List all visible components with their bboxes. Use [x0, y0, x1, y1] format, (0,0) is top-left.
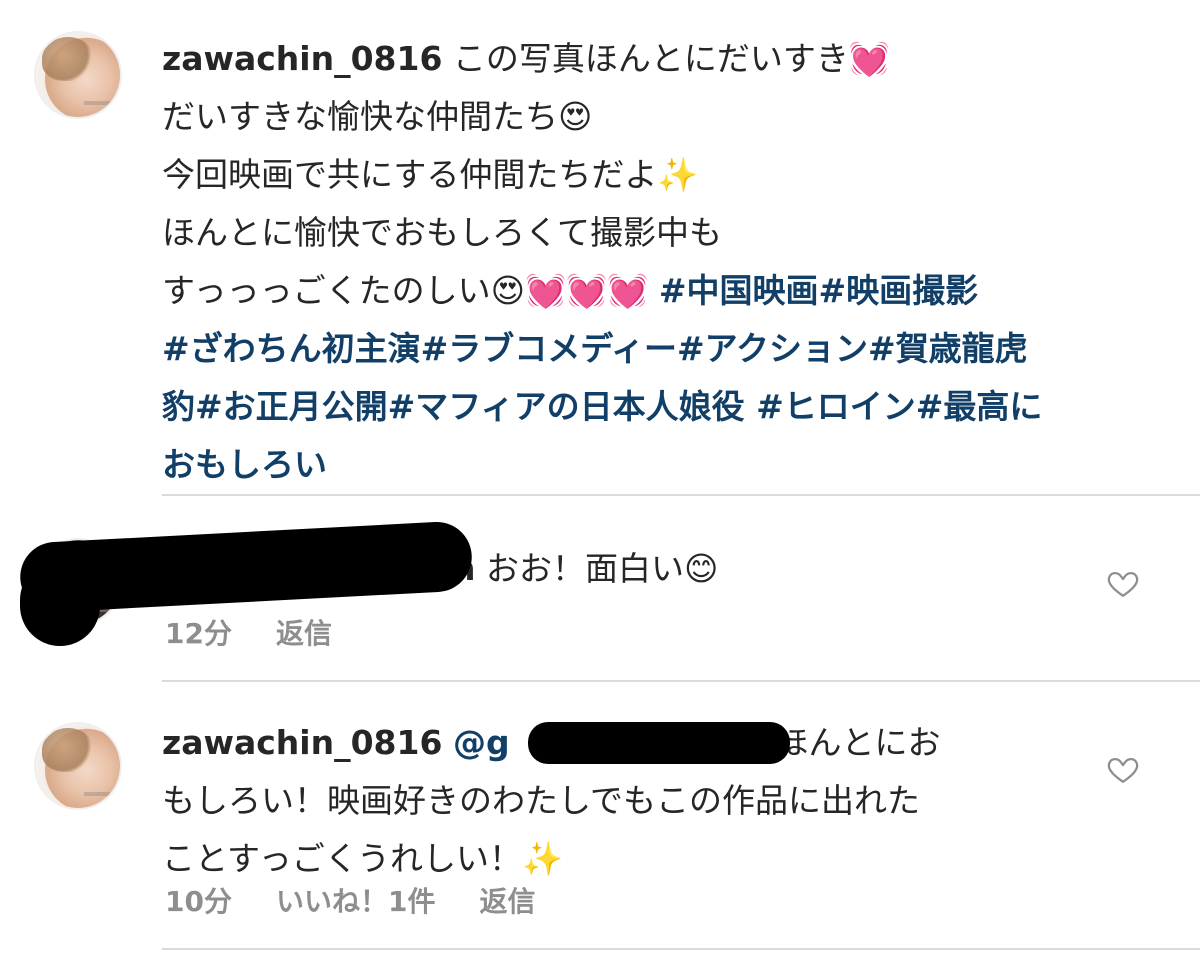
username[interactable]: zawachin_0816 — [162, 39, 442, 78]
caption: zawachin_0816 この写真ほんとにだいすき💓 だいすきな愉快な仲間たち… — [162, 30, 1172, 494]
hashtag-line[interactable]: #ざわちん初主演#ラブコメディー#アクション#賀歳龍虎 — [162, 320, 1172, 378]
reply-button[interactable]: 返信 — [276, 617, 332, 650]
redaction-mark — [20, 560, 100, 646]
caption-line-4: ほんとに愉快でおもしろくて撮影中も — [162, 213, 723, 252]
hashtag-line[interactable]: 豹#お正月公開#マフィアの日本人娘役 #ヒロイン#最高に — [162, 378, 1172, 436]
heart-outline-icon[interactable] — [1106, 752, 1140, 786]
avatar[interactable] — [34, 722, 122, 810]
comment-meta: 12分 返信 — [165, 612, 376, 652]
comment-line-2: もしろい！映画好きのわたしでもこの作品に出れた — [162, 781, 921, 820]
divider — [162, 948, 1200, 950]
comment-meta: 10分 いいね！1件 返信 — [165, 880, 579, 920]
caption-line-3: 今回映画で共にする仲間たちだよ✨ — [162, 155, 699, 194]
hashtag-line[interactable]: おもしろい — [162, 436, 1172, 494]
reply-button[interactable]: 返信 — [479, 885, 535, 918]
likes-count[interactable]: いいね！1件 — [276, 885, 435, 918]
caption-line-2: だいすきな愉快な仲間たち😍 — [162, 97, 593, 136]
comment-time: 12分 — [165, 617, 232, 650]
heart-outline-icon[interactable] — [1106, 566, 1140, 600]
divider — [162, 494, 1200, 496]
comment-time: 10分 — [165, 885, 232, 918]
caption-line-1: zawachin_0816 この写真ほんとにだいすき💓 — [162, 39, 891, 78]
avatar[interactable] — [34, 31, 122, 119]
comment-username[interactable]: zawachin_0816 — [162, 723, 442, 762]
hashtag[interactable]: #中国映画#映画撮影 — [659, 271, 978, 310]
caption-line-5: すっっっごくたのしい😍💓💓💓 #中国映画#映画撮影 — [162, 271, 979, 310]
divider — [162, 680, 1200, 682]
redaction-mark — [528, 722, 790, 764]
